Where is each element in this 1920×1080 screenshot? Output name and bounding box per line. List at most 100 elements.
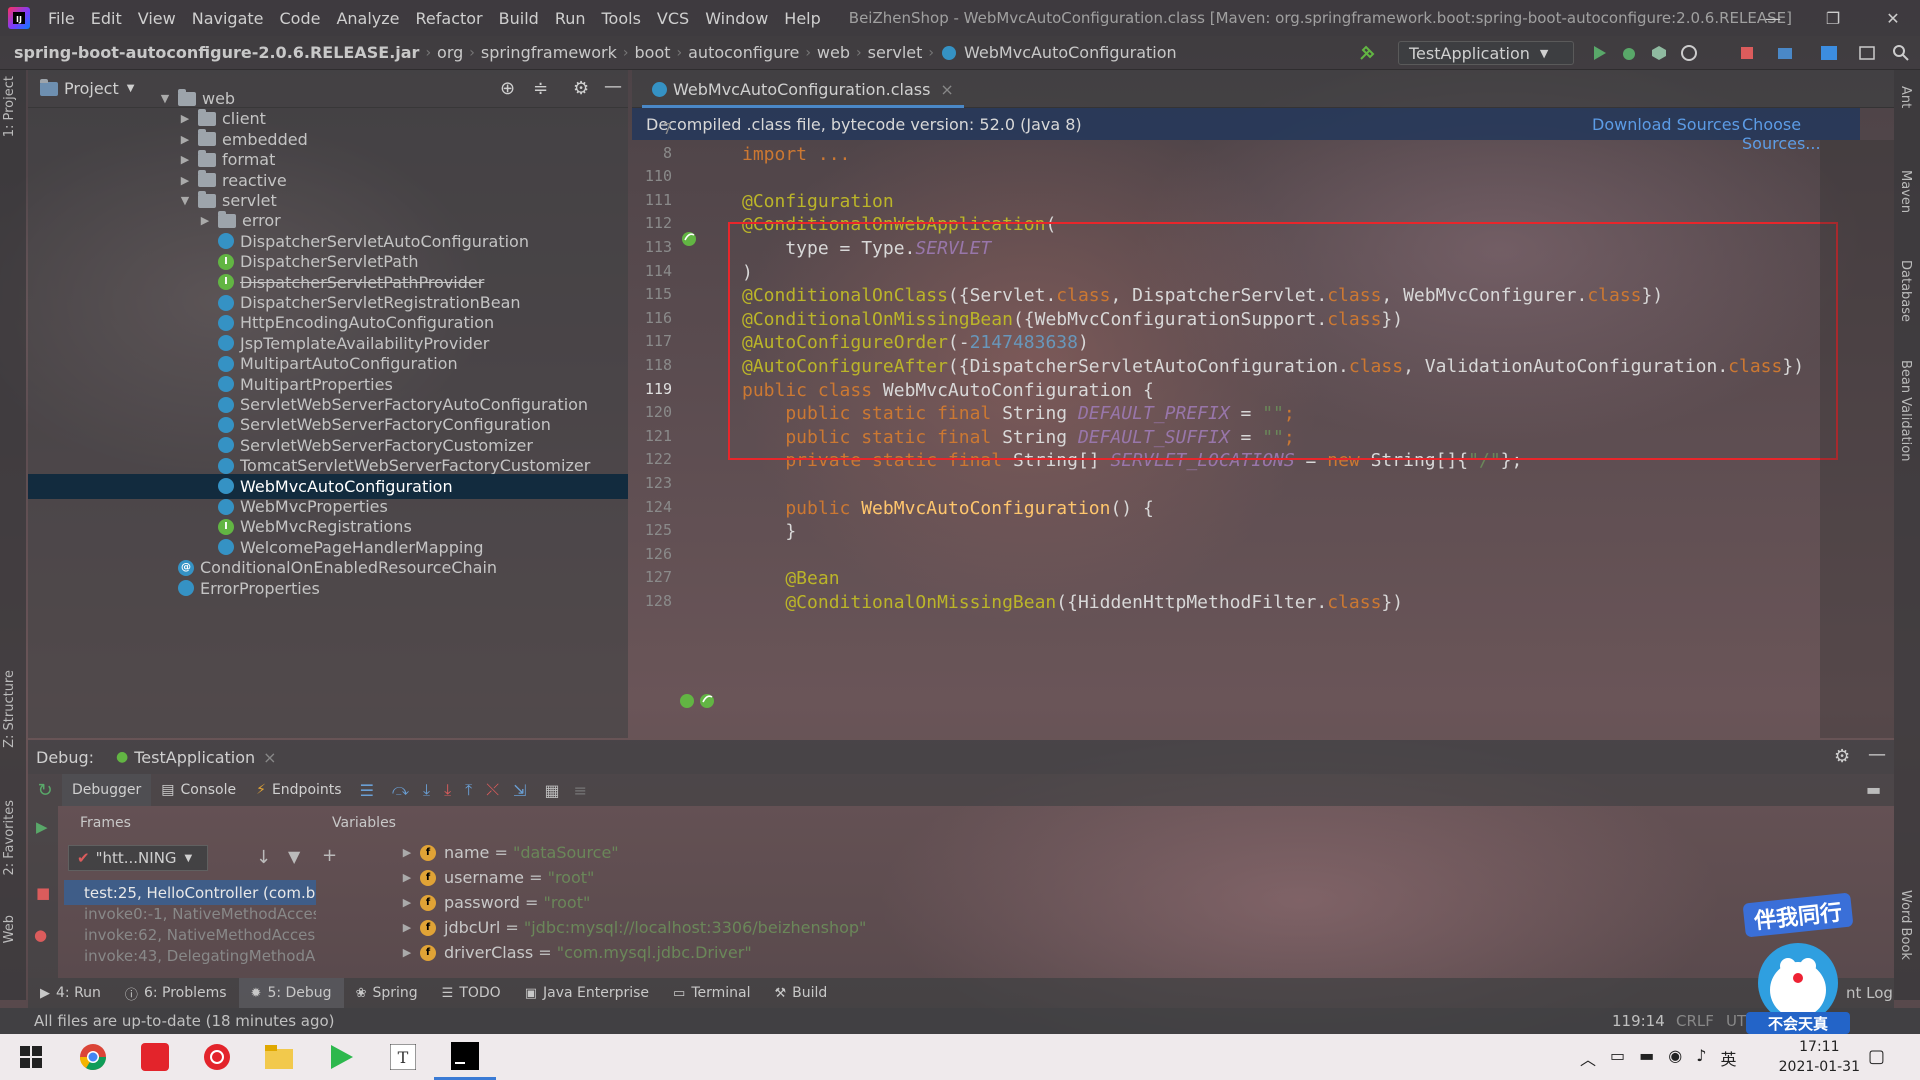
- build-hammer-icon[interactable]: [1358, 44, 1376, 62]
- line-separator[interactable]: CRLF: [1676, 1012, 1714, 1030]
- bean-validation-tool-tab[interactable]: Bean Validation: [1898, 360, 1913, 461]
- breadcrumb-item[interactable]: spring-boot-autoconfigure-2.0.6.RELEASE.…: [10, 43, 423, 62]
- run-to-cursor-icon[interactable]: ⇲: [513, 781, 526, 800]
- endpoints-tab[interactable]: ⚡ Endpoints: [246, 774, 351, 806]
- stop-icon[interactable]: [1738, 44, 1756, 62]
- qq-icon[interactable]: ◉: [1668, 1046, 1682, 1070]
- variable-row[interactable]: ▶ f password = "root": [400, 890, 591, 915]
- trace-icon[interactable]: ≡: [574, 781, 587, 800]
- step-into-icon[interactable]: ⤓: [423, 780, 430, 800]
- web-tool-tab[interactable]: Web: [2, 915, 17, 943]
- debug-icon[interactable]: [1620, 44, 1638, 62]
- ant-tool-tab[interactable]: Ant: [1898, 86, 1913, 108]
- notification-icon[interactable]: ▢: [1868, 1046, 1885, 1067]
- filter-icon[interactable]: ▼: [288, 847, 300, 866]
- favorites-tool-tab[interactable]: 2: Favorites: [2, 800, 17, 876]
- resume-icon[interactable]: ▶: [36, 818, 48, 836]
- debug-session-tab[interactable]: TestApplication: [134, 748, 255, 767]
- variable-row[interactable]: ▶ f jdbcUrl = "jdbc:mysql://localhost:3306…: [400, 915, 867, 940]
- menu-navigate[interactable]: Navigate: [184, 9, 272, 28]
- profile-icon[interactable]: [1680, 44, 1698, 62]
- layout-icon[interactable]: [1858, 44, 1876, 62]
- rerun-icon[interactable]: ↻: [28, 780, 62, 801]
- tool-tab-java-enterprise[interactable]: ▣ Java Enterprise: [513, 978, 661, 1008]
- console-tab[interactable]: ▤ Console: [151, 774, 246, 806]
- tree-item[interactable]: ErrorProperties: [28, 576, 628, 601]
- chevron-right-icon[interactable]: ▶: [400, 896, 414, 909]
- structure-tool-tab[interactable]: Z: Structure: [2, 670, 17, 748]
- windows-start-icon[interactable]: [0, 1034, 62, 1080]
- breadcrumb-item[interactable]: servlet: [864, 43, 927, 62]
- chevron-right-icon[interactable]: ▶: [198, 214, 212, 227]
- tool-tab-terminal[interactable]: ▭ Terminal: [661, 978, 762, 1008]
- restore-button[interactable]: ❐: [1810, 0, 1856, 36]
- spring-bean-icon[interactable]: [680, 230, 698, 248]
- search-icon[interactable]: [1892, 44, 1910, 62]
- word-book-tool-tab[interactable]: Word Book: [1898, 890, 1913, 960]
- menu-tools[interactable]: Tools: [594, 9, 649, 28]
- netease-music-icon[interactable]: [186, 1034, 248, 1080]
- show-execution-point-icon[interactable]: ☰: [360, 781, 374, 800]
- arrow-down-icon[interactable]: ↓: [256, 847, 271, 868]
- breadcrumb-item[interactable]: autoconfigure: [684, 43, 803, 62]
- menu-view[interactable]: View: [130, 9, 184, 28]
- breadcrumb-item[interactable]: WebMvcAutoConfiguration: [960, 43, 1181, 62]
- tool-tab-spring[interactable]: ❀ Spring: [344, 978, 430, 1008]
- menu-run[interactable]: Run: [547, 9, 594, 28]
- translate-icon[interactable]: [1820, 44, 1838, 62]
- breadcrumb-item[interactable]: springframework: [477, 43, 621, 62]
- close-tab-icon[interactable]: ×: [940, 80, 953, 99]
- add-watch-icon[interactable]: +: [322, 845, 337, 866]
- youdao-icon[interactable]: [124, 1034, 186, 1080]
- editor-tab[interactable]: WebMvcAutoConfiguration.class ×: [642, 74, 964, 108]
- editor-minimap[interactable]: [1820, 140, 1894, 738]
- stop-icon[interactable]: ■: [36, 884, 50, 902]
- drop-frame-icon[interactable]: ⤬: [486, 780, 499, 800]
- hide-icon[interactable]: —: [1868, 744, 1886, 765]
- breadcrumb-item[interactable]: org: [433, 43, 467, 62]
- network-icon[interactable]: ▭: [1610, 1046, 1625, 1070]
- chevron-right-icon[interactable]: ▶: [178, 174, 192, 187]
- step-out-icon[interactable]: ⤒: [465, 780, 472, 800]
- minimize-button[interactable]: —: [1750, 0, 1796, 36]
- chevron-right-icon[interactable]: ▶: [400, 871, 414, 884]
- tool-tab--problems[interactable]: ⓘ 6: Problems: [113, 978, 239, 1008]
- coverage-icon[interactable]: [1650, 44, 1668, 62]
- tool-tab-build[interactable]: ⚒ Build: [763, 978, 840, 1008]
- chevron-right-icon[interactable]: ▶: [400, 921, 414, 934]
- database-tool-tab[interactable]: Database: [1898, 260, 1913, 322]
- chevron-right-icon[interactable]: ▶: [178, 153, 192, 166]
- menu-refactor[interactable]: Refactor: [408, 9, 491, 28]
- menu-help[interactable]: Help: [776, 9, 828, 28]
- step-over-icon[interactable]: ⤼: [392, 780, 409, 800]
- variable-row[interactable]: ▶ f name = "dataSource": [400, 840, 619, 865]
- battery-icon[interactable]: ▬: [1639, 1046, 1654, 1070]
- maven-tool-tab[interactable]: Maven: [1898, 170, 1913, 213]
- chevron-right-icon[interactable]: ▶: [400, 846, 414, 859]
- tool-tab-todo[interactable]: ☰ TODO: [430, 978, 513, 1008]
- tool-tab--run[interactable]: ▶ 4: Run: [28, 978, 113, 1008]
- chevron-right-icon[interactable]: ▶: [178, 112, 192, 125]
- download-sources-link[interactable]: Download Sources: [1592, 115, 1740, 134]
- taskbar-clock[interactable]: 17:11 2021-01-31: [1779, 1037, 1860, 1077]
- debugger-tab[interactable]: Debugger: [62, 774, 152, 806]
- file-explorer-icon[interactable]: [248, 1034, 310, 1080]
- intellij-taskbar-icon[interactable]: [434, 1034, 496, 1080]
- variable-row[interactable]: ▶ f driverClass = "com.mysql.jdbc.Driver": [400, 940, 752, 965]
- menu-edit[interactable]: Edit: [83, 9, 130, 28]
- spring-bean-icon[interactable]: [698, 692, 716, 710]
- menu-code[interactable]: Code: [272, 9, 329, 28]
- thread-select[interactable]: ✔ "htt...NING ▼: [68, 845, 208, 871]
- project-tool-tab[interactable]: 1: Project: [2, 76, 17, 137]
- run-icon[interactable]: [1590, 44, 1608, 62]
- stack-frame[interactable]: invoke:43, DelegatingMethodA: [64, 943, 316, 968]
- evaluate-expression-icon[interactable]: ▦: [544, 781, 559, 800]
- chrome-icon[interactable]: [62, 1034, 124, 1080]
- chevron-right-icon[interactable]: ▶: [178, 133, 192, 146]
- chevron-down-icon[interactable]: ▼: [158, 92, 172, 105]
- breakpoints-icon[interactable]: ●: [34, 926, 47, 944]
- close-tab-icon[interactable]: ×: [263, 748, 276, 767]
- caret-position[interactable]: 119:14: [1612, 1012, 1665, 1030]
- menu-vcs[interactable]: VCS: [649, 9, 697, 28]
- ime-indicator[interactable]: 英: [1720, 1046, 1736, 1070]
